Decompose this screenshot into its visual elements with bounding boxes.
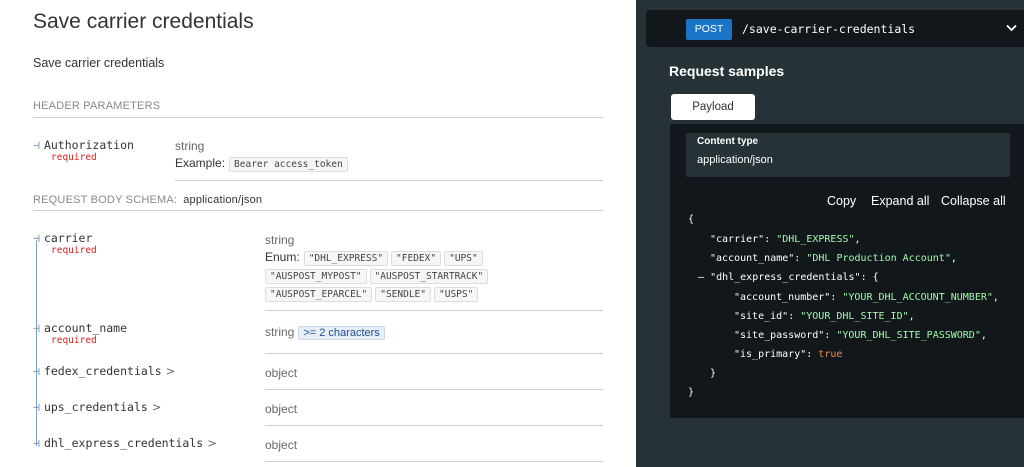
request-samples-title: Request samples [669,63,785,79]
http-method-badge: POST [686,19,732,40]
divider [265,353,603,354]
required-badge: required [51,245,97,256]
param-dhl-express-credentials[interactable]: ⊣ dhl_express_credentials > [33,436,217,450]
chevron-down-icon[interactable] [1006,20,1017,35]
header-parameters-heading: HEADER PARAMETERS [33,100,161,112]
code-line: "account_name": "DHL Production Account"… [710,253,957,264]
param-type: object [265,438,298,452]
content-type-value: application/json [697,154,773,166]
request-body-heading: REQUEST BODY SCHEMA: application/json [33,194,263,206]
param-authorization: ⊣ Authorization [33,138,134,152]
body-content-type: application/json [183,194,263,206]
required-badge: required [51,335,97,346]
api-samples-panel: POST /save-carrier-credentials Request s… [636,0,1024,467]
code-line: { [688,214,695,225]
divider [265,310,603,311]
chevron-right-icon: > [165,364,176,378]
tree-connector-icon: ⊣ [33,321,40,335]
param-type: string [175,139,205,153]
tree-connector-icon: ⊣ [33,364,40,378]
param-ups-credentials[interactable]: ⊣ ups_credentials > [33,400,161,414]
chevron-right-icon: > [151,400,162,414]
code-line: "carrier": "DHL_EXPRESS", [710,234,861,245]
enum-values: Enum: "DHL_EXPRESS" "FEDEX" "UPS" [265,250,486,266]
divider [33,117,603,118]
copy-button[interactable]: Copy [827,194,856,208]
tree-line [36,240,37,446]
collapse-all-button[interactable]: Collapse all [941,194,1006,208]
tree-connector-icon: ⊣ [33,400,40,414]
divider [265,461,603,462]
tree-connector-icon: ⊣ [33,138,40,152]
constraint-badge: >= 2 characters [298,326,385,340]
chevron-right-icon: > [207,436,217,450]
code-line: – "dhl_express_credentials": { [698,272,879,283]
param-example: Example: Bearer access_token [175,156,351,172]
content-type-label: Content type [697,136,759,147]
code-line: "site_password": "YOUR_DHL_SITE_PASSWORD… [734,330,987,341]
code-line: "is_primary": true [734,349,843,360]
param-type: string [265,233,295,247]
param-account-name: ⊣ account_name [33,321,128,335]
tree-connector-icon: ⊣ [33,231,40,245]
tree-connector-icon: ⊣ [33,436,40,450]
page-description: Save carrier credentials [33,56,165,70]
param-type: object [265,366,298,380]
enum-values: "AUSPOST_MYPOST" "AUSPOST_STARTRACK" [265,268,491,284]
expand-all-button[interactable]: Expand all [871,194,929,208]
endpoint-path: /save-carrier-credentials [742,22,916,36]
code-line: } [710,368,717,379]
code-line: "account_number": "YOUR_DHL_ACCOUNT_NUMB… [734,292,999,303]
code-line: "site_id": "YOUR_DHL_SITE_ID", [734,311,915,322]
divider [33,210,603,211]
tab-payload[interactable]: Payload [671,94,755,120]
page-title: Save carrier credentials [33,10,254,33]
required-badge: required [51,152,97,163]
code-line: } [688,387,695,398]
param-type-line: string >= 2 characters [265,325,385,340]
param-fedex-credentials[interactable]: ⊣ fedex_credentials > [33,364,175,378]
example-value: Bearer access_token [229,157,348,172]
divider [265,389,603,390]
api-docs-main: Save carrier credentials Save carrier cr… [0,0,636,467]
param-type: object [265,402,298,416]
enum-values: "AUSPOST_EPARCEL" "SENDLE" "USPS" [265,286,481,302]
param-carrier: ⊣ carrier [33,231,93,245]
divider [265,425,603,426]
divider [175,180,603,181]
